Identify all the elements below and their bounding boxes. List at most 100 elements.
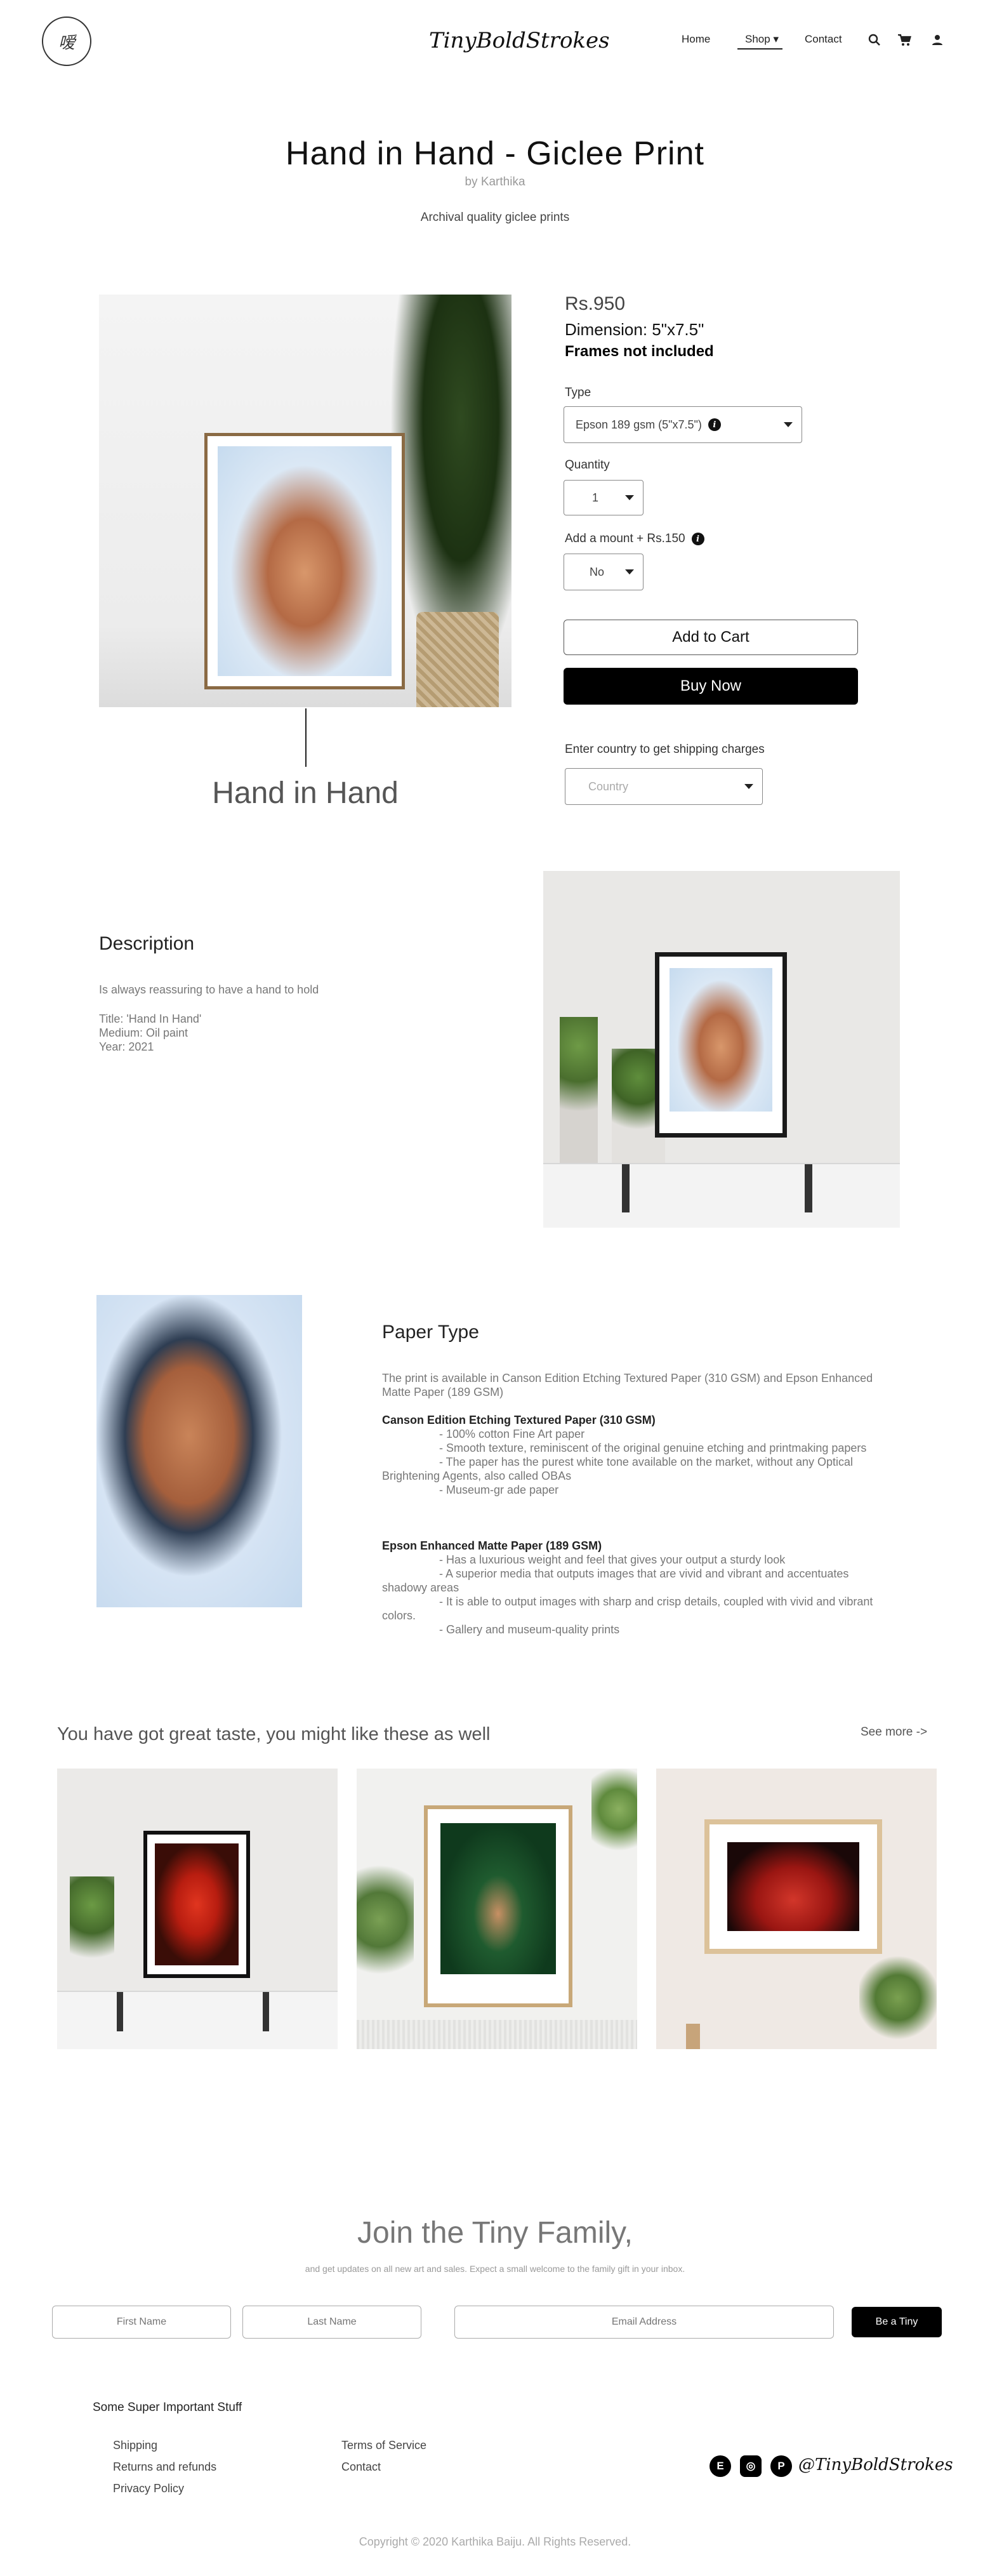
- site-logo[interactable]: 嗳: [42, 17, 91, 66]
- frame-decoration: [143, 1831, 250, 1978]
- last-name-input[interactable]: [242, 2306, 421, 2339]
- copyright: Copyright © 2020 Karthika Baiju. All Rig…: [359, 2535, 631, 2548]
- brand-wordmark[interactable]: TinyBoldStrokes: [429, 23, 610, 58]
- user-icon[interactable]: [929, 32, 946, 48]
- country-placeholder: Country: [588, 780, 629, 793]
- type-label: Type: [565, 386, 591, 399]
- canson-point: - Smooth texture, reminiscent of the ori…: [439, 1442, 867, 1454]
- related-card[interactable]: [357, 1769, 637, 2049]
- footer-link-privacy[interactable]: Privacy Policy: [113, 2482, 184, 2495]
- epson-point: - A superior media that outputs images t…: [382, 1567, 849, 1594]
- description-title: Title: 'Hand In Hand': [99, 1012, 202, 1025]
- frame-decoration: [204, 433, 405, 689]
- paper-intro: The print is available in Canson Edition…: [382, 1372, 873, 1398]
- description-heading: Description: [99, 933, 195, 954]
- shelf-decoration: [543, 1163, 900, 1228]
- plant-decoration: [70, 1876, 114, 1991]
- product-price: Rs.950: [565, 293, 626, 314]
- related-card[interactable]: [656, 1769, 937, 2049]
- epson-point: - Gallery and museum-quality prints: [439, 1623, 620, 1636]
- mount-value: No: [590, 565, 605, 578]
- product-image[interactable]: [99, 295, 512, 707]
- frame-decoration: [655, 952, 787, 1138]
- nav-shop-label: Shop: [745, 33, 770, 45]
- footer-brand[interactable]: @TinyBoldStrokes: [798, 2455, 953, 2474]
- type-select[interactable]: Epson 189 gsm (5"x7.5") i: [564, 406, 802, 443]
- footer-link-returns[interactable]: Returns and refunds: [113, 2460, 216, 2474]
- product-dimension: Dimension: 5"x7.5": [565, 320, 704, 339]
- country-select[interactable]: Country: [565, 768, 763, 805]
- chevron-down-icon: ▾: [773, 33, 779, 45]
- shelf-bracket: [622, 1164, 630, 1212]
- description-medium: Medium: Oil paint: [99, 1026, 188, 1039]
- buy-now-button[interactable]: Buy Now: [564, 668, 858, 705]
- frames-note: Frames not included: [565, 343, 714, 360]
- mount-label: Add a mount + Rs.150 i: [565, 532, 704, 546]
- paper-heading: Paper Type: [382, 1322, 479, 1343]
- epson-point: - Has a luxurious weight and feel that g…: [439, 1553, 786, 1566]
- canson-point: - 100% cotton Fine Art paper: [439, 1428, 585, 1440]
- table-decoration: [357, 2020, 637, 2049]
- description-image[interactable]: [543, 871, 900, 1228]
- canson-point: - The paper has the purest white tone av…: [382, 1456, 854, 1482]
- artwork: [440, 1823, 556, 1974]
- mount-label-text: Add a mount + Rs.150: [565, 532, 685, 545]
- cart-icon[interactable]: [896, 32, 913, 48]
- frame-decoration: [704, 1819, 882, 1954]
- pinterest-icon[interactable]: P: [770, 2455, 792, 2477]
- instagram-icon[interactable]: ◎: [740, 2455, 762, 2477]
- nav-home[interactable]: Home: [682, 33, 710, 46]
- first-name-input[interactable]: [52, 2306, 231, 2339]
- plant-decoration: [859, 1946, 937, 2049]
- add-to-cart-button[interactable]: Add to Cart: [564, 620, 858, 655]
- shelf-decoration: [57, 1991, 338, 2049]
- shelf-bracket: [805, 1164, 812, 1212]
- basket-decoration: [416, 612, 499, 707]
- caption-divider: [305, 708, 307, 767]
- quantity-select[interactable]: 1: [564, 480, 644, 515]
- shelf-bracket: [263, 1992, 269, 2031]
- artwork: [218, 446, 392, 676]
- newsletter-heading: Join the Tiny Family,: [357, 2216, 633, 2250]
- quantity-value: 1: [592, 491, 599, 504]
- artwork: [727, 1842, 859, 1931]
- epson-title: Epson Enhanced Matte Paper (189 GSM): [382, 1539, 602, 1552]
- canson-title: Canson Edition Etching Textured Paper (3…: [382, 1414, 656, 1426]
- artist-byline: by Karthika: [465, 175, 525, 189]
- canson-block: Canson Edition Etching Textured Paper (3…: [382, 1413, 877, 1497]
- site-header: 嗳 TinyBoldStrokes Home Shop ▾ Contact: [0, 0, 990, 83]
- plant-decoration: [591, 1769, 637, 1870]
- footer-link-shipping[interactable]: Shipping: [113, 2439, 157, 2452]
- chevron-down-icon: [625, 569, 634, 574]
- plant-decoration: [357, 1864, 414, 2003]
- artwork: [670, 968, 772, 1112]
- quantity-label: Quantity: [565, 458, 610, 472]
- footer-link-contact[interactable]: Contact: [341, 2460, 381, 2474]
- etsy-icon[interactable]: E: [710, 2455, 731, 2477]
- footer-link-terms[interactable]: Terms of Service: [341, 2439, 426, 2452]
- be-a-tiny-button[interactable]: Be a Tiny: [852, 2307, 942, 2337]
- email-input[interactable]: [454, 2306, 834, 2339]
- newsletter-subtitle: and get updates on all new art and sales…: [305, 2264, 685, 2274]
- nav-contact[interactable]: Contact: [805, 33, 842, 46]
- related-card[interactable]: [57, 1769, 338, 2049]
- chevron-down-icon: [625, 495, 634, 500]
- info-icon[interactable]: i: [708, 418, 721, 431]
- see-more-link[interactable]: See more ->: [861, 1725, 927, 1739]
- info-icon[interactable]: i: [691, 533, 704, 545]
- description-year: Year: 2021: [99, 1040, 154, 1053]
- chevron-down-icon: [784, 422, 793, 427]
- frame-decoration: [424, 1805, 572, 2007]
- epson-block: Epson Enhanced Matte Paper (189 GSM) - H…: [382, 1539, 877, 1637]
- image-caption: Hand in Hand: [212, 776, 399, 810]
- description-tagline: Is always reassuring to have a hand to h…: [99, 983, 319, 996]
- type-select-value: Epson 189 gsm (5"x7.5"): [576, 418, 702, 431]
- search-icon[interactable]: [866, 32, 883, 48]
- page-title: Hand in Hand - Giclee Print: [286, 135, 704, 172]
- epson-point: - It is able to output images with sharp…: [382, 1595, 873, 1622]
- mount-select[interactable]: No: [564, 554, 644, 590]
- paper-image[interactable]: [96, 1295, 302, 1607]
- related-heading: You have got great taste, you might like…: [57, 1724, 491, 1744]
- chevron-down-icon: [744, 784, 753, 789]
- nav-shop[interactable]: Shop ▾: [737, 33, 782, 50]
